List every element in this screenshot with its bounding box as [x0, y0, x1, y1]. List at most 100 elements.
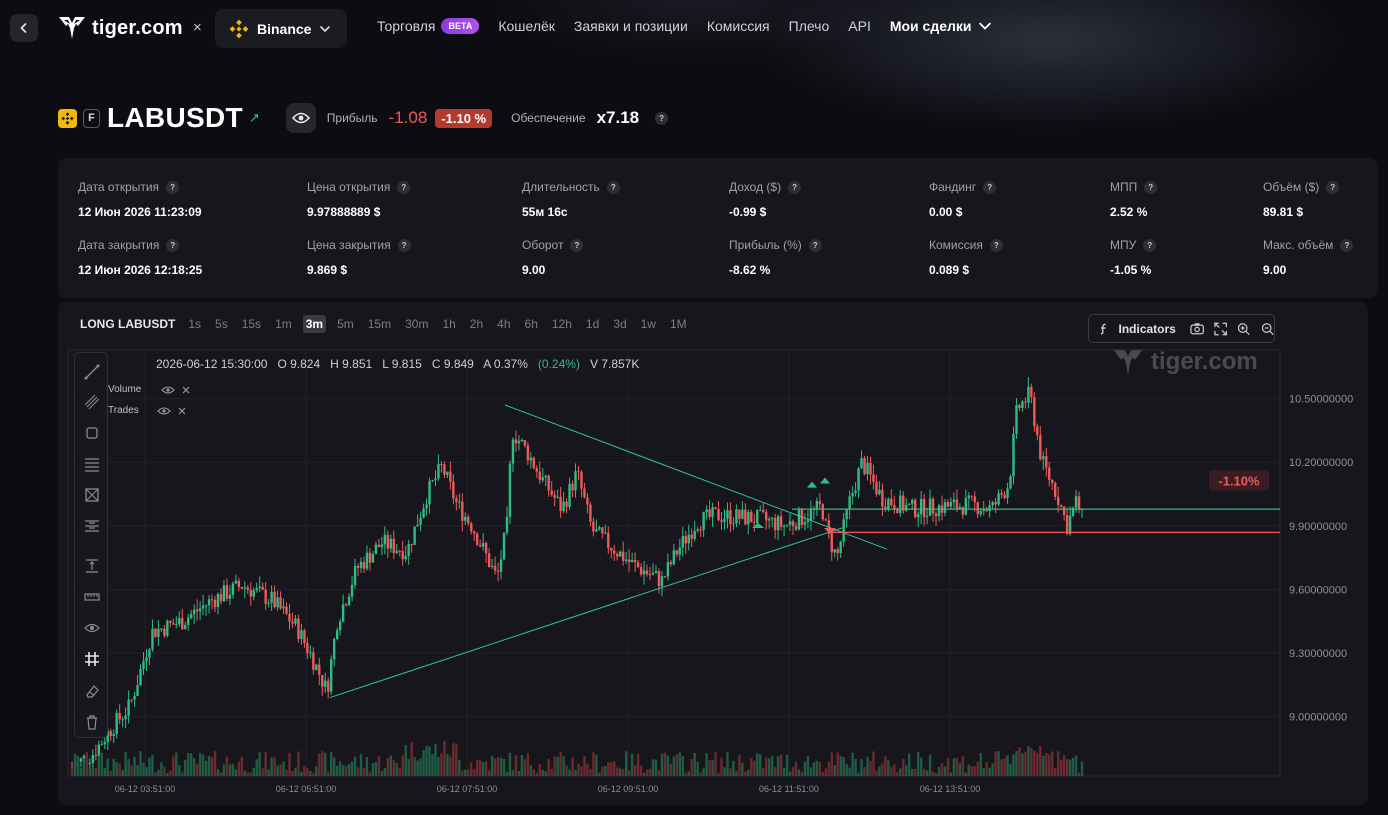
profit-value: -1.08 [388, 108, 428, 127]
grid-hash-icon[interactable] [83, 650, 101, 668]
stat-1: Цена открытия? 9.97888889 $ [307, 180, 411, 219]
candle-body [574, 471, 577, 491]
horizontal-lines-icon[interactable] [83, 455, 101, 473]
candle-body [720, 520, 723, 522]
trash-icon[interactable] [83, 713, 101, 731]
candle-body [487, 553, 491, 567]
help-icon[interactable]: ? [397, 238, 411, 252]
volume-bar [88, 768, 92, 776]
candle-body [523, 439, 527, 446]
volume-bar [163, 766, 166, 776]
help-icon[interactable]: ? [655, 111, 669, 125]
volume-bar [994, 751, 997, 776]
fib-levels-icon[interactable] [83, 517, 101, 535]
stat-value: 89.81 $ [1263, 205, 1304, 219]
help-icon[interactable]: ? [166, 238, 180, 252]
volume-bar [210, 757, 214, 776]
volume-bar [124, 751, 127, 776]
eye-icon[interactable] [161, 385, 176, 395]
stat-3: Доход ($)? -0.99 $ [729, 180, 802, 219]
tiger-logo[interactable]: tiger.com [58, 15, 183, 41]
candle-body [729, 510, 732, 525]
close-icon[interactable] [181, 385, 191, 395]
candle-body [866, 462, 869, 475]
visibility-toggle[interactable] [285, 103, 316, 133]
volume-bar [216, 769, 220, 776]
candle-body [359, 561, 363, 568]
help-icon[interactable]: ? [1326, 180, 1340, 194]
volume-bar [386, 757, 390, 776]
nav-leverage[interactable]: Плечо [789, 18, 830, 34]
back-button[interactable] [10, 14, 38, 42]
help-icon[interactable]: ? [788, 180, 802, 194]
volume-bar [413, 756, 416, 776]
eye-icon[interactable] [83, 619, 101, 637]
volume-bar [881, 763, 884, 776]
rectangle-tool-icon[interactable] [83, 424, 101, 442]
beta-badge: BETA [441, 18, 480, 34]
candle-body [878, 489, 881, 495]
candle-body [562, 501, 565, 512]
candle-body [681, 536, 684, 548]
top-bar: tiger.com × Binance Торговля BETA Кошелё… [0, 0, 1388, 58]
candle-body [148, 649, 151, 658]
volume-bar [324, 752, 327, 776]
candle-body [461, 501, 464, 521]
help-icon[interactable]: ? [606, 180, 620, 194]
volume-bar [213, 751, 217, 776]
help-icon[interactable]: ? [570, 238, 584, 252]
help-icon[interactable]: ? [1340, 238, 1354, 252]
nav-trading[interactable]: Торговля BETA [377, 18, 480, 34]
volume-bar [499, 757, 503, 776]
volume-bar [344, 765, 348, 776]
box-cross-icon[interactable] [83, 486, 101, 504]
volume-bar [160, 762, 163, 776]
volume-bar [779, 754, 783, 776]
stat-label-text: МПУ [1110, 238, 1137, 252]
help-icon[interactable]: ? [808, 238, 822, 252]
help-icon[interactable]: ? [166, 180, 180, 194]
ruler-icon[interactable] [83, 588, 101, 606]
candle-body [398, 550, 401, 552]
help-icon[interactable]: ? [989, 238, 1003, 252]
nav-commission[interactable]: Комиссия [707, 18, 770, 34]
nav-my-trades[interactable]: Мои сделки [890, 18, 992, 34]
candle-body [434, 478, 437, 481]
nav-orders-positions[interactable]: Заявки и позиции [574, 18, 688, 34]
help-icon[interactable]: ? [397, 180, 411, 194]
stat-label-text: Цена открытия [307, 180, 391, 194]
volume-bar [961, 755, 965, 776]
volume-bar [365, 756, 369, 776]
nav-api[interactable]: API [848, 18, 871, 34]
exchange-selector[interactable]: Binance [215, 9, 347, 48]
volume-bar [809, 767, 813, 776]
volume-bar [142, 762, 145, 776]
stat-0: Дата открытия? 12 Июн 2026 11:23:09 [78, 180, 202, 219]
parallel-lines-icon[interactable] [83, 393, 101, 411]
candle-body [970, 495, 973, 497]
help-icon[interactable]: ? [983, 180, 997, 194]
candle-body [1033, 396, 1036, 427]
volume-bar [717, 772, 720, 776]
line-tool-icon[interactable] [83, 363, 101, 381]
help-icon[interactable]: ? [1143, 238, 1157, 252]
nav-wallet[interactable]: Кошелёк [498, 18, 555, 34]
volume-bar [419, 758, 422, 776]
eraser-icon[interactable] [83, 682, 101, 700]
help-icon[interactable]: ? [1144, 180, 1158, 194]
volume-bar [151, 754, 154, 776]
candle-body [779, 516, 783, 527]
price-range-icon[interactable] [83, 557, 101, 575]
eye-icon[interactable] [156, 406, 171, 416]
position-title-row: F LABUSDT ↗ Прибыль -1.08 -1.10 % Обеспе… [58, 100, 669, 136]
collateral-label: Обеспечение [511, 111, 586, 125]
volume-bar [753, 760, 756, 776]
candle-body [270, 591, 273, 603]
close-icon[interactable] [177, 406, 187, 416]
volume-bar [1071, 757, 1075, 776]
candle-body [186, 618, 190, 625]
candlestick-chart[interactable]: 10.50000000 10.20000000 9.90000000 9.600000… [58, 302, 1368, 805]
external-link-icon[interactable]: ↗ [249, 110, 260, 126]
candle-body [630, 560, 634, 563]
volume-bar [854, 758, 857, 776]
